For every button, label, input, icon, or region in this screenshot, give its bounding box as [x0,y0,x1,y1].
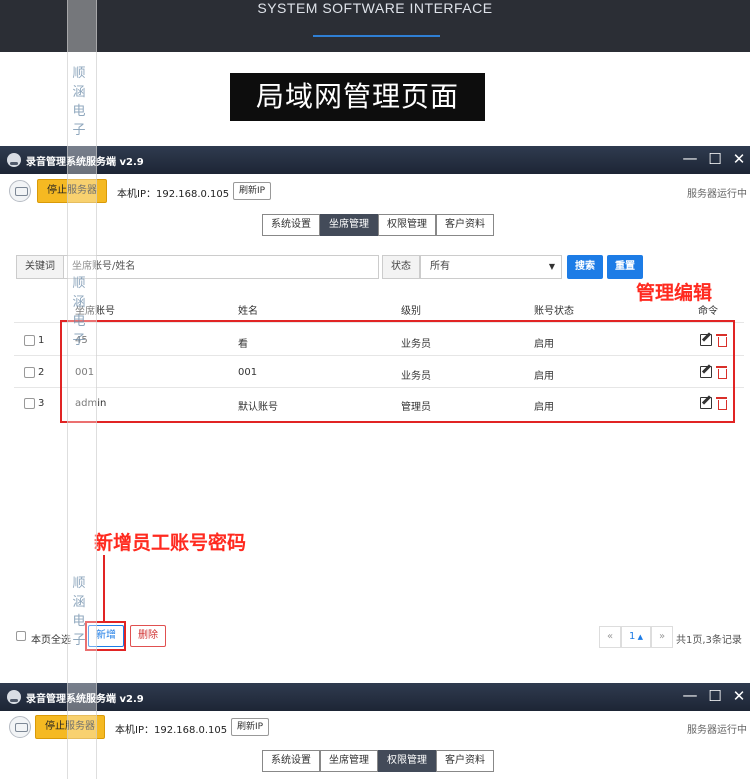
tab-customer-data[interactable]: 客户资料 [436,214,494,236]
minimize-icon[interactable]: — [682,150,698,166]
local-ip-label: 本机IP：192.168.0.105 [115,725,228,736]
server-status: 服务器运行中 [687,725,747,736]
page-heading: 局域网管理页面 [230,73,485,121]
pager-prev-button[interactable]: « [599,626,621,648]
watermark-text: 顺涵电子 [72,66,86,138]
keyword-label: 关键词 [16,255,64,279]
refresh-ip-button[interactable]: 刷新IP [233,182,272,200]
select-all-label: 本页全选 [31,635,71,646]
annotation-add-staff: 新增员工账号密码 [94,532,247,554]
search-button[interactable]: 搜索 [567,255,603,279]
chevron-down-icon: ▼ [548,262,555,271]
status-select[interactable]: 所有 ▼ [420,255,562,279]
status-label: 状态 [382,255,420,279]
pager-current[interactable]: 1 ▲ [621,626,651,648]
close-icon[interactable]: ✕ [731,688,747,704]
row-checkbox[interactable] [24,367,35,378]
keyword-input[interactable]: 坐席账号/姓名 [63,255,379,279]
annotation-manage-edit: 管理编辑 [636,282,713,304]
pager-next-button[interactable]: » [651,626,673,648]
server-logo-icon [9,180,31,202]
minimize-icon[interactable]: — [682,687,698,703]
row-index: 1 [38,335,45,346]
window-titlebar[interactable]: 录音管理系统服务端 v2.9 — ☐ ✕ [0,146,750,174]
caret-up-icon: ▲ [635,633,643,641]
column-header-status: 账号状态 [534,306,574,317]
app-icon [7,153,21,167]
row-index: 2 [38,367,45,378]
column-header-level: 级别 [401,306,421,317]
column-header-name: 姓名 [238,306,258,317]
tab-customer-data[interactable]: 客户资料 [436,750,494,772]
row-checkbox[interactable] [24,398,35,409]
tab-seat-management[interactable]: 坐席管理 [320,214,378,236]
row-index: 3 [38,398,45,409]
banner-title: SYSTEM SOFTWARE INTERFACE [257,0,493,16]
tab-seat-management[interactable]: 坐席管理 [320,750,378,772]
app-icon [7,690,21,704]
refresh-ip-button[interactable]: 刷新IP [231,718,270,736]
tab-system-settings[interactable]: 系统设置 [262,750,320,772]
watermark-text: 顺涵电子 [72,276,86,348]
maximize-icon[interactable]: ☐ [707,688,723,704]
pager-summary: 共1页,3条记录 [676,635,742,646]
local-ip-label: 本机IP：192.168.0.105 [117,189,230,200]
tab-permission-management[interactable]: 权限管理 [378,214,436,236]
window-titlebar[interactable]: 录音管理系统服务端 v2.9 — ☐ ✕ [0,683,750,711]
banner-underline [313,35,440,37]
tab-permission-management[interactable]: 权限管理 [378,750,436,772]
tab-system-settings[interactable]: 系统设置 [262,214,320,236]
server-status: 服务器运行中 [687,189,747,200]
reset-button[interactable]: 重置 [607,255,643,279]
maximize-icon[interactable]: ☐ [707,151,723,167]
row-checkbox[interactable] [24,335,35,346]
close-icon[interactable]: ✕ [731,151,747,167]
delete-button[interactable]: 删除 [130,625,166,647]
watermark-text: 顺涵电子 [72,576,86,648]
select-all-checkbox[interactable] [16,631,26,641]
status-select-value: 所有 [430,261,450,272]
highlight-box-table [60,320,735,423]
server-logo-icon [9,716,31,738]
annotation-pointer-line [103,555,105,621]
